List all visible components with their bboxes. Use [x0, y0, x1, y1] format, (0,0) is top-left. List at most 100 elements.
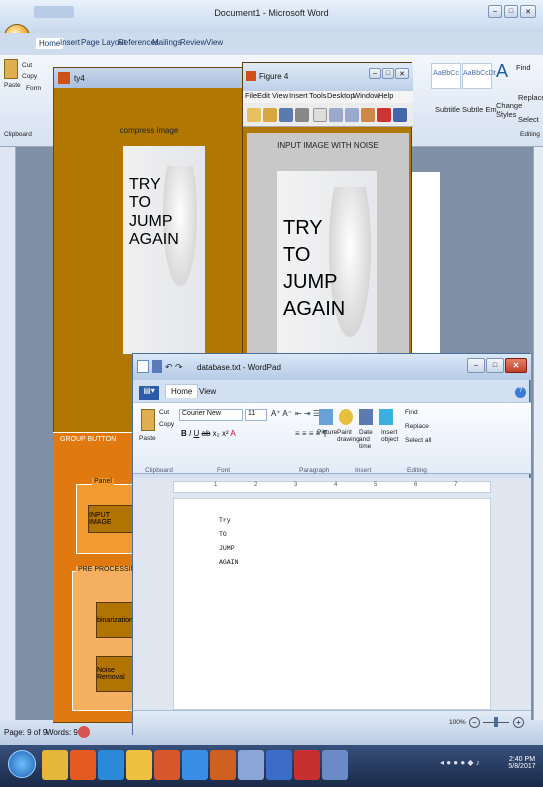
- menu-insert[interactable]: Insert: [289, 91, 308, 100]
- page-count[interactable]: Page: 9 of 9: [4, 728, 47, 737]
- redo-icon[interactable]: ↷: [175, 362, 183, 373]
- menu-help[interactable]: Help: [378, 91, 393, 100]
- close-icon[interactable]: ✕: [505, 358, 527, 373]
- menu-edit[interactable]: Edit: [257, 91, 270, 100]
- app-icon-acrobat[interactable]: [294, 750, 320, 780]
- arrow-icon[interactable]: [313, 108, 327, 122]
- quick-access-toolbar[interactable]: [34, 6, 74, 18]
- maximize-icon[interactable]: □: [382, 68, 394, 79]
- wordpad-title: database.txt - WordPad: [197, 363, 281, 372]
- app-icon-matlab[interactable]: [154, 750, 180, 780]
- datetime-label[interactable]: Date and time: [359, 429, 379, 450]
- clock-date: 5/8/2017: [508, 763, 536, 770]
- select-label[interactable]: Select: [518, 115, 539, 124]
- app-icon-matlab-2[interactable]: [210, 750, 236, 780]
- datetime-icon[interactable]: [359, 409, 373, 425]
- app-icon-explorer[interactable]: [126, 750, 152, 780]
- word-paste-label[interactable]: Paste: [4, 82, 21, 89]
- open-icon[interactable]: [263, 108, 277, 122]
- proofing-icon[interactable]: [78, 726, 90, 738]
- find-label[interactable]: Find: [516, 63, 531, 72]
- start-button[interactable]: [8, 750, 36, 778]
- object-icon[interactable]: [379, 409, 393, 425]
- binarization-button[interactable]: binarization: [96, 602, 134, 638]
- picture-icon[interactable]: [319, 409, 333, 425]
- matlab-icon: [58, 72, 70, 84]
- zoom-out-icon[interactable]: −: [469, 717, 480, 728]
- minimize-icon[interactable]: –: [369, 68, 381, 79]
- app-icon-word[interactable]: [266, 750, 292, 780]
- paint-icon[interactable]: [339, 409, 353, 425]
- menu-window[interactable]: Window: [353, 91, 380, 100]
- select-all-button[interactable]: Select all: [405, 437, 431, 444]
- style-gallery-item[interactable]: AaBbCcDt: [462, 63, 496, 89]
- paint-label[interactable]: Paint drawing: [337, 429, 360, 443]
- change-styles-icon[interactable]: A: [496, 61, 508, 82]
- tab-view[interactable]: View: [206, 38, 223, 47]
- menu-view[interactable]: View: [272, 91, 288, 100]
- maximize-icon[interactable]: □: [486, 358, 504, 373]
- system-clock[interactable]: 2:40 PM 5/8/2017: [504, 756, 540, 770]
- replace-label[interactable]: Replace: [518, 93, 543, 102]
- tab-view[interactable]: View: [199, 387, 216, 396]
- new-figure-icon[interactable]: [247, 108, 261, 122]
- app-icon-doc[interactable]: [322, 750, 348, 780]
- object-label[interactable]: Insert object: [381, 429, 399, 443]
- zoom-out-icon[interactable]: [345, 108, 359, 122]
- close-icon[interactable]: ✕: [520, 5, 536, 18]
- app-icon-firefox[interactable]: [70, 750, 96, 780]
- grow-font-icon[interactable]: A⁺ A⁻: [271, 409, 292, 418]
- print-icon[interactable]: [295, 108, 309, 122]
- save-icon[interactable]: [152, 360, 162, 373]
- wordpad-page[interactable]: Try TO JUMP AGAIN: [173, 498, 491, 710]
- input-image-button[interactable]: INPUT IMAGE: [88, 505, 134, 533]
- word-cut-label[interactable]: Cut: [22, 62, 32, 69]
- maximize-icon[interactable]: □: [504, 5, 518, 18]
- cut-label[interactable]: Cut: [159, 409, 169, 416]
- app-icon-wordpad[interactable]: [238, 750, 264, 780]
- find-button[interactable]: Find: [405, 409, 418, 416]
- paste-icon[interactable]: [141, 409, 155, 431]
- app-icon-media[interactable]: [42, 750, 68, 780]
- help-icon[interactable]: ?: [515, 387, 526, 398]
- font-format-buttons[interactable]: B I U ab x₂ x² A: [181, 429, 236, 438]
- word-format-label[interactable]: Form: [26, 85, 41, 92]
- save-icon[interactable]: [279, 108, 293, 122]
- word-scrollbar[interactable]: [533, 147, 543, 720]
- tab-mailings[interactable]: Mailings: [152, 38, 181, 47]
- zoom-in-icon[interactable]: [329, 108, 343, 122]
- copy-label[interactable]: Copy: [159, 421, 174, 428]
- app-icon-ie[interactable]: [98, 750, 124, 780]
- font-size-select[interactable]: 11: [245, 409, 267, 421]
- paste-icon[interactable]: [4, 59, 18, 79]
- system-tray[interactable]: ◂ ● ● ● ◆ ♪: [440, 758, 500, 774]
- font-family-select[interactable]: Courier New: [179, 409, 243, 421]
- editing-group-label: Editing: [520, 131, 540, 138]
- wordpad-ruler[interactable]: 1 2 3 4 5 6 7: [173, 481, 491, 493]
- tab-home[interactable]: Home: [165, 384, 199, 398]
- pan-icon[interactable]: [361, 108, 375, 122]
- app-icon-chrome[interactable]: [182, 750, 208, 780]
- change-styles-label[interactable]: Change Styles: [496, 101, 522, 119]
- close-icon[interactable]: ✕: [395, 68, 409, 79]
- paste-label[interactable]: Paste: [139, 435, 156, 442]
- zoom-in-icon[interactable]: +: [513, 717, 524, 728]
- picture-label[interactable]: Picture: [317, 429, 337, 436]
- minimize-icon[interactable]: –: [488, 5, 502, 18]
- undo-icon[interactable]: ↶: [165, 362, 173, 373]
- zoom-slider-thumb[interactable]: [494, 717, 498, 727]
- menu-desktop[interactable]: Desktop: [327, 91, 355, 100]
- replace-button[interactable]: Replace: [405, 423, 429, 430]
- noise-removal-button[interactable]: Noise Removal: [96, 656, 134, 692]
- menu-tools[interactable]: Tools: [309, 91, 327, 100]
- menu-file[interactable]: File: [245, 91, 257, 100]
- minimize-icon[interactable]: –: [467, 358, 485, 373]
- style-gallery-item[interactable]: AaBbCc: [431, 63, 461, 89]
- word-copy-label[interactable]: Copy: [22, 73, 37, 80]
- colorbar-icon[interactable]: [393, 108, 407, 122]
- wordpad-menu-button[interactable]: ▤▾: [139, 386, 159, 400]
- tab-insert[interactable]: Insert: [60, 38, 80, 47]
- wordpad-window: ↶ ↷ database.txt - WordPad – □ ✕ ▤▾ Home…: [132, 353, 531, 735]
- tab-review[interactable]: Review: [180, 38, 206, 47]
- data-cursor-icon[interactable]: [377, 108, 391, 122]
